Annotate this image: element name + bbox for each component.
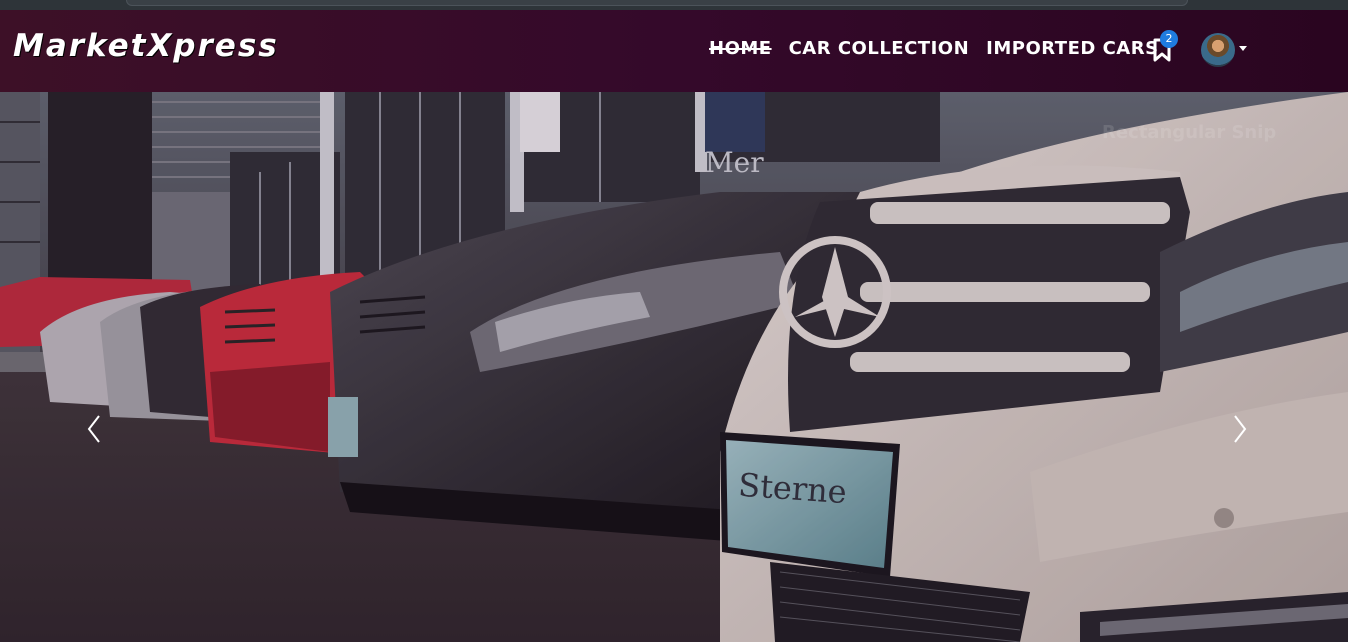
navbar: MarketXpress HOME CAR COLLECTION IMPORTE…: [0, 10, 1348, 92]
carousel-prev-button[interactable]: [86, 414, 116, 454]
nav-links: HOME CAR COLLECTION IMPORTED CARS: [709, 38, 1176, 59]
caret-down-icon[interactable]: [1239, 46, 1247, 51]
ghost-overlay-text: Rectangular Snip: [1102, 122, 1277, 143]
chevron-right-icon: [1234, 415, 1247, 443]
nav-home-link[interactable]: HOME: [709, 38, 772, 59]
hero-image: Mer Sterne: [0, 92, 1348, 642]
carousel-next-button[interactable]: [1232, 414, 1262, 454]
nav-car-collection-link[interactable]: CAR COLLECTION: [789, 38, 970, 59]
avatar[interactable]: [1201, 33, 1235, 67]
hero-carousel: Mer Sterne Rectangular Snip: [0, 92, 1348, 642]
nav-imported-cars-link[interactable]: IMPORTED CARS: [986, 38, 1158, 59]
chevron-left-icon: [87, 415, 100, 443]
bookmark-count-badge: 2: [1160, 30, 1178, 48]
brand-logo[interactable]: MarketXpress: [13, 28, 279, 64]
address-bar[interactable]: [126, 0, 1188, 6]
browser-top-strip: [0, 0, 1348, 10]
